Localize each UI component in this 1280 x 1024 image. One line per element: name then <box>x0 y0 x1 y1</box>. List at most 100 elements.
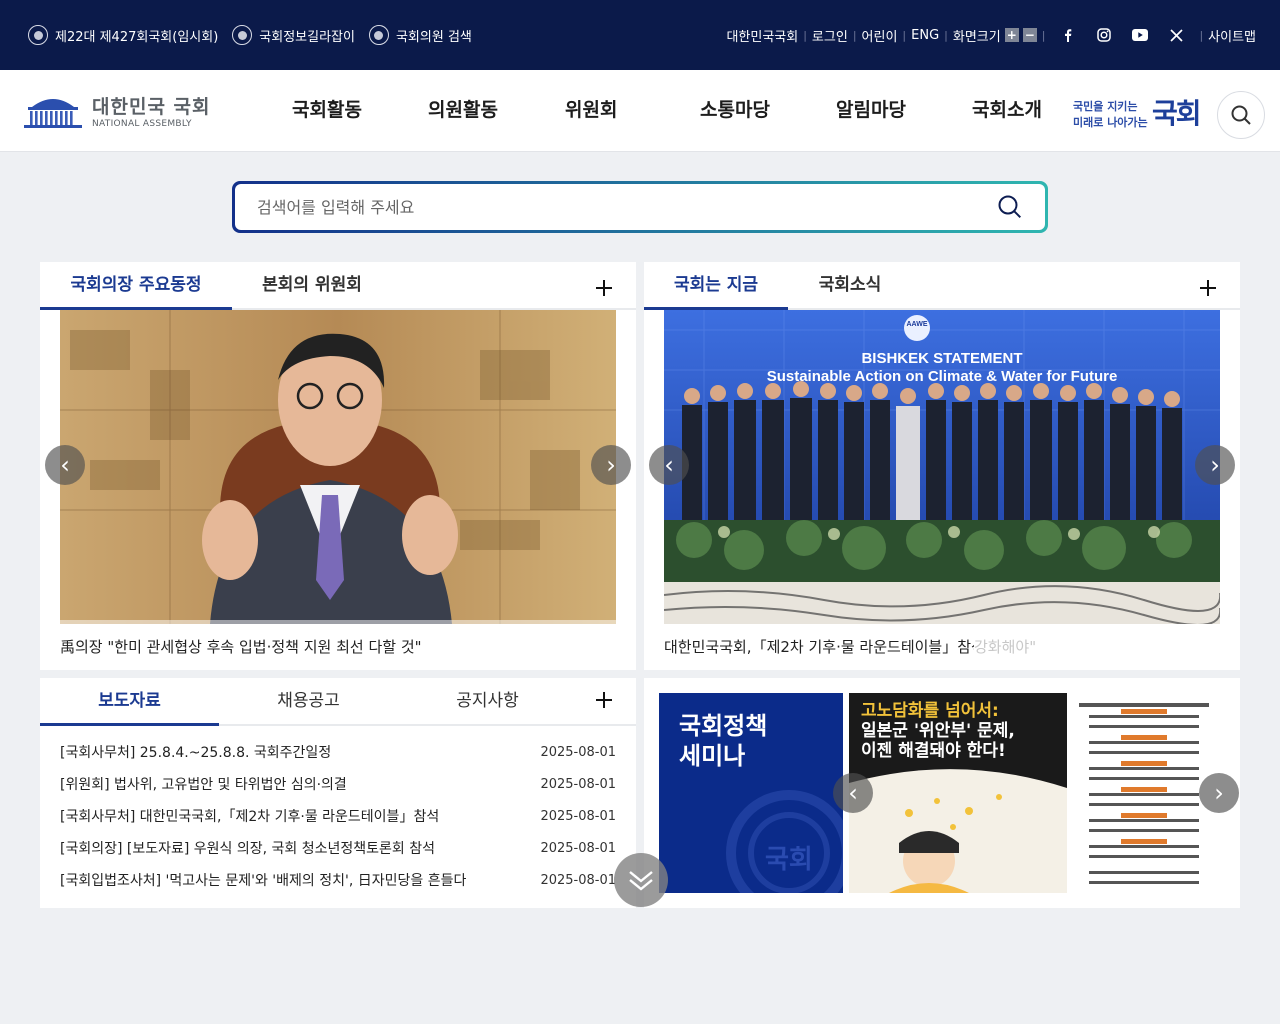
nav-committee[interactable]: 위원회 <box>565 70 617 152</box>
speaker-more-plus-icon[interactable] <box>593 277 615 299</box>
nav-communication[interactable]: 소통마당 <box>700 70 770 152</box>
speaker-news-panel: 국회의장 주요동정 본회의 위원회 ‹ › 禹의장 "한미 관세협상 후속 입법… <box>40 262 636 670</box>
now-caption-ghost: 강화해야" <box>974 638 1037 656</box>
press-more-plus-icon[interactable] <box>593 689 615 711</box>
speaker-photo-caption[interactable]: 禹의장 "한미 관세협상 후속 입법·정책 지원 최선 다할 것" <box>60 636 616 657</box>
news-date: 2025-08-01 <box>540 872 616 888</box>
now-next-arrow[interactable]: › <box>1195 445 1235 485</box>
main-search-button[interactable] <box>987 184 1033 230</box>
main-search-box <box>235 184 1045 230</box>
chevron-right-icon: › <box>1210 451 1220 479</box>
speaker-photo[interactable] <box>60 310 616 624</box>
poster-title-line3: 이젠 해결돼야 한다! <box>861 741 1006 761</box>
tab-assembly-news[interactable]: 국회소식 <box>788 262 912 310</box>
scroll-down-button[interactable] <box>614 853 668 907</box>
chevron-left-icon: ‹ <box>664 451 674 479</box>
now-photo-caption[interactable]: 대한민국국회,「제2차 기후·물 라운드테이블」참석 <box>664 636 974 657</box>
slogan-line2: 미래로 나아가는 <box>1073 116 1148 129</box>
slogan-banner: 국민을 지키는 미래로 나아가는 국회 <box>1073 94 1205 130</box>
press-release-panel: 보도자료 채용공고 공지사항 [국회사무처] 25.8.4.~25.8.8. 국… <box>40 678 636 908</box>
site-logo[interactable]: 대한민국 국회 NATIONAL ASSEMBLY <box>22 92 211 129</box>
session-link[interactable]: 제22대 제427회국회(임시회) <box>28 25 218 45</box>
home-link[interactable]: 대한민국국회 <box>726 26 798 45</box>
seminar-next-arrow[interactable]: › <box>1199 773 1239 813</box>
seminar-title-block[interactable]: 국회정책 세미나 국회 <box>659 693 843 893</box>
top-utility-bar: 제22대 제427회국회(임시회) 국회정보길라잡이 국회의원 검색 대한민국국… <box>0 0 1280 70</box>
tab-press-release[interactable]: 보도자료 <box>40 678 219 726</box>
double-chevron-down-icon <box>629 871 653 891</box>
sitemap-link[interactable]: 사이트맵 <box>1208 26 1256 45</box>
tab-plenary-committee[interactable]: 본회의 위원회 <box>232 262 392 310</box>
list-item[interactable]: [국회사무처] 대한민국국회,「제2차 기후·물 라운드테이블」참석 2025-0… <box>60 800 616 832</box>
nav-assembly-activity[interactable]: 국회활동 <box>292 70 362 152</box>
youtube-icon[interactable] <box>1130 25 1150 45</box>
news-title: [위원회] 법사위, 고유법안 및 타위법안 심의·의결 <box>60 777 347 793</box>
seminar-watermark-text: 국회 <box>765 845 813 875</box>
font-decrease-button[interactable]: − <box>1022 28 1037 42</box>
seminar-poster[interactable]: 고노담화를 넘어서: 일본군 '위안부' 문제, 이젠 해결돼야 한다! <box>849 693 1223 893</box>
english-link[interactable]: ENG <box>911 28 939 43</box>
nav-notice[interactable]: 알림마당 <box>836 70 906 152</box>
chevron-left-icon: ‹ <box>848 779 858 807</box>
tab-speaker-activities[interactable]: 국회의장 주요동정 <box>40 262 232 310</box>
list-item[interactable]: [국회의장] [보도자료] 우원식 의장, 국회 청소년정책토론회 참석 2025… <box>60 832 616 864</box>
chevron-left-icon: ‹ <box>60 451 70 479</box>
news-date: 2025-08-01 <box>540 840 616 856</box>
assembly-building-icon <box>24 98 82 128</box>
x-twitter-icon[interactable] <box>1166 25 1186 45</box>
bishkek-banner-subtitle: Sustainable Action on Climate & Water fo… <box>766 368 1118 385</box>
header-search-button[interactable] <box>1217 91 1265 139</box>
nav-member-activity[interactable]: 의원활동 <box>428 70 498 152</box>
bishkek-banner-title: BISHKEK STATEMENT <box>861 350 1023 367</box>
top-right-links: 대한민국국회 | 로그인 | 어린이 | ENG | 화면크기 + − | | 사이트맵 <box>726 0 1256 70</box>
assembly-seal-icon <box>368 25 389 45</box>
facebook-icon[interactable] <box>1058 25 1078 45</box>
main-header: 대한민국 국회 NATIONAL ASSEMBLY 국회활동 의원활동 위원회 … <box>0 70 1280 152</box>
now-prev-arrow[interactable]: ‹ <box>649 445 689 485</box>
policy-seminar-panel: 국회정책 세미나 국회 고노담화를 넘어서: 일본군 '위안부' 문제, 이젠 해… <box>644 678 1240 908</box>
slogan-word: 국회 <box>1152 97 1202 130</box>
poster-title: 고노담화를 넘어서: 일본군 '위안부' 문제, 이젠 해결돼야 한다! <box>861 701 1015 761</box>
font-size-label: 화면크기 <box>952 29 1001 45</box>
assembly-now-panel: 국회는 지금 국회소식 AAWE BISHKEK STATEMENT Susta… <box>644 262 1240 670</box>
assembly-seal-icon <box>28 25 48 45</box>
assembly-watermark-icon <box>726 790 843 893</box>
now-more-plus-icon[interactable] <box>1197 277 1219 299</box>
tab-notices[interactable]: 공지사항 <box>398 678 577 726</box>
chevron-right-icon: › <box>1214 779 1224 807</box>
top-left-links: 제22대 제427회국회(임시회) 국회정보길라잡이 국회의원 검색 <box>28 0 486 70</box>
tab-recruitment[interactable]: 채용공고 <box>219 678 398 726</box>
list-item[interactable]: [위원회] 법사위, 고유법안 및 타위법안 심의·의결 2025-08-01 <box>60 768 616 800</box>
speaker-next-arrow[interactable]: › <box>591 445 631 485</box>
info-guide-link[interactable]: 국회정보길라잡이 <box>232 25 355 45</box>
logo-english-text: NATIONAL ASSEMBLY <box>92 119 192 129</box>
news-date: 2025-08-01 <box>540 776 616 792</box>
bishkek-photo[interactable]: AAWE BISHKEK STATEMENT Sustainable Actio… <box>664 310 1220 624</box>
news-title: [국회사무처] 25.8.4.~25.8.8. 국회주간일정 <box>60 745 332 761</box>
speaker-prev-arrow[interactable]: ‹ <box>45 445 85 485</box>
news-title: [국회입법조사처] '먹고사는 문제'와 '배제의 정치', 日자민당을 흔들다 <box>60 873 467 889</box>
news-title: [국회의장] [보도자료] 우원식 의장, 국회 청소년정책토론회 참석 <box>60 841 435 857</box>
login-link[interactable]: 로그인 <box>812 26 848 45</box>
list-item[interactable]: [국회입법조사처] '먹고사는 문제'와 '배제의 정치', 日자민당을 흔들다… <box>60 864 616 896</box>
member-search-link[interactable]: 국회의원 검색 <box>368 25 472 45</box>
nav-about[interactable]: 국회소개 <box>972 70 1042 152</box>
instagram-icon[interactable] <box>1094 25 1114 45</box>
poster-title-line1: 고노담화를 넘어서: <box>861 701 999 721</box>
tab-assembly-now[interactable]: 국회는 지금 <box>644 262 788 310</box>
main-search-input[interactable] <box>235 184 987 230</box>
news-date: 2025-08-01 <box>540 808 616 824</box>
member-search-link-label: 국회의원 검색 <box>395 29 472 45</box>
kids-link[interactable]: 어린이 <box>862 26 898 45</box>
search-icon <box>1231 105 1251 125</box>
session-link-label: 제22대 제427회국회(임시회) <box>55 29 219 45</box>
seminar-prev-arrow[interactable]: ‹ <box>833 773 873 813</box>
chevron-right-icon: › <box>606 451 616 479</box>
slogan-line1: 국민을 지키는 <box>1073 100 1138 113</box>
search-icon <box>998 195 1022 219</box>
news-title: [국회사무처] 대한민국국회,「제2차 기후·물 라운드테이블」참석 <box>60 809 440 825</box>
list-item[interactable]: [국회사무처] 25.8.4.~25.8.8. 국회주간일정 2025-08-01 <box>60 736 616 768</box>
font-increase-button[interactable]: + <box>1004 28 1019 42</box>
news-date: 2025-08-01 <box>540 744 616 760</box>
logo-korean-text: 대한민국 국회 <box>92 96 211 118</box>
